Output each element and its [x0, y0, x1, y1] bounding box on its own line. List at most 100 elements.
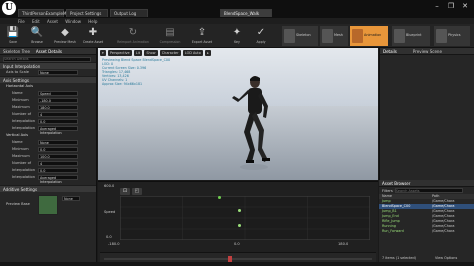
v-grid-field[interactable]: 4 [38, 161, 78, 166]
mode-label: Physics [448, 33, 461, 37]
tab-output-log[interactable]: Output Log [110, 9, 148, 17]
h-name-field[interactable]: Speed [38, 91, 78, 96]
tab-preview-scene[interactable]: Preview Scene [413, 49, 442, 54]
viewport-menu-button[interactable]: ▾ [100, 50, 106, 56]
blend-space-graph[interactable]: 600.0 ⊡ ◰ Speed 0.0 -180.0 0.0 180.0 [98, 181, 378, 266]
field-label: Minimum [12, 98, 29, 102]
field-label: Minimum [12, 147, 29, 151]
tab-details[interactable]: Details [383, 49, 397, 54]
v-name-row: Name None [0, 139, 96, 146]
lod-auto-button[interactable]: LOD Auto [182, 50, 203, 56]
mode-mesh[interactable]: Mesh [320, 26, 348, 46]
h-min-row: Minimum -180.0 [0, 97, 96, 104]
character-button[interactable]: Character [159, 50, 181, 56]
browse-button[interactable]: 🔍 Browse [26, 25, 48, 47]
h-grid-field[interactable]: 4 [38, 112, 78, 117]
h-grid-row: Number of 4 [0, 111, 96, 118]
field-label: Interpolation [12, 126, 35, 130]
preview-viewport[interactable]: ▾ Perspective Lit Show Character LOD Aut… [98, 48, 378, 180]
view-options-button[interactable]: View Options [435, 256, 457, 260]
export-asset-label: Export Asset [191, 40, 213, 44]
section-additive-settings[interactable]: Additive Settings [0, 185, 96, 192]
horizontal-axis-header[interactable]: Horizontal Axis [0, 83, 96, 90]
h-interp-field[interactable]: 0.0 [38, 119, 78, 124]
tab-blendspace[interactable]: BlendSpace_Walk [220, 9, 272, 17]
v-min-field[interactable]: 0.0 [38, 147, 78, 152]
create-asset-label: Create Asset [82, 40, 104, 44]
sample-point[interactable] [238, 224, 241, 227]
section-axis-settings[interactable]: Axis Settings [0, 76, 96, 83]
playback-speed-button[interactable]: ▸ [205, 50, 211, 56]
tab-label: ThirdPersonExampleMap [22, 11, 72, 16]
tab-level-map[interactable]: ThirdPersonExampleMap [18, 9, 71, 17]
mode-skeleton[interactable]: Skeleton [282, 26, 318, 46]
v-interp-type-dropdown[interactable]: Averaged Interpolation [38, 175, 78, 184]
search-details-input[interactable] [3, 56, 91, 62]
ue4-persona-editor: U ThirdPersonExampleMap Project Settings… [0, 0, 474, 266]
timeline-track[interactable] [104, 258, 372, 260]
minimize-icon[interactable]: – [430, 2, 444, 10]
key-button[interactable]: ✦ Key [226, 25, 248, 47]
compression-button[interactable]: ▤ Compression [156, 25, 184, 47]
h-min-field[interactable]: -180.0 [38, 98, 78, 103]
filters-button[interactable]: Filters [382, 189, 393, 193]
v-interp-row: Interpolation 0.0 [0, 167, 96, 174]
axis-to-scale-dropdown[interactable]: None [38, 70, 78, 75]
lit-button[interactable]: Lit [133, 50, 143, 56]
mode-bar: Skeleton Mesh Animation Blueprint Physic… [280, 24, 474, 48]
tab-asset-details[interactable]: Asset Details [36, 49, 62, 54]
h-interp-row: Interpolation 0.0 [0, 118, 96, 125]
mode-blueprint[interactable]: Blueprint [392, 26, 430, 46]
sample-point[interactable] [218, 196, 221, 199]
v-min-row: Minimum 0.0 [0, 146, 96, 153]
animation-icon [352, 29, 363, 43]
mode-animation[interactable]: Animation [350, 26, 388, 46]
field-label: Number of [12, 112, 32, 116]
details-panel: Details Preview Scene [379, 48, 474, 180]
tab-skeleton-tree[interactable]: Skeleton Tree [3, 49, 30, 54]
mode-label: Skeleton [296, 33, 311, 37]
details-search [0, 55, 96, 62]
save-label: Save [9, 40, 17, 44]
asset-row[interactable]: Run_Forward/Game/Chara [379, 229, 474, 234]
export-asset-button[interactable]: ⇪ Export Asset [188, 25, 216, 47]
key-label: Key [234, 40, 240, 44]
preview-base-thumbnail[interactable] [38, 195, 58, 215]
y-axis-label: Speed [104, 210, 116, 214]
h-interp-type-dropdown[interactable]: Averaged Interpolation [38, 126, 78, 135]
close-icon[interactable]: ✕ [458, 2, 472, 10]
reimport-animation-button[interactable]: ↻ Reimport Animation [116, 25, 150, 47]
preview-base-dropdown[interactable]: None [62, 196, 80, 201]
h-type-row: Interpolation Averaged Interpolation [0, 125, 96, 135]
section-input-interpolation[interactable]: Input Interpolation [0, 62, 96, 69]
browse-label: Browse [31, 40, 43, 44]
x-tick-center: 0.0 [234, 242, 240, 246]
preview-mesh-button[interactable]: ◆ Preview Mesh [52, 25, 78, 47]
v-max-row: Maximum 100.0 [0, 153, 96, 160]
create-asset-button[interactable]: ✚ Create Asset [80, 25, 106, 47]
mesh-mode-icon [322, 29, 333, 43]
perspective-button[interactable]: Perspective [107, 50, 132, 56]
fit-view-button[interactable]: ⊡ [120, 188, 130, 195]
triangulation-button[interactable]: ◰ [132, 188, 142, 195]
mode-physics[interactable]: Physics [434, 26, 470, 46]
h-max-field[interactable]: 180.0 [38, 105, 78, 110]
v-interp-field[interactable]: 0.0 [38, 168, 78, 173]
x-tick-right: 180.0 [338, 242, 349, 246]
vertical-axis-header[interactable]: Vertical Axis [0, 132, 96, 139]
subsection-label: Vertical Axis [6, 133, 29, 137]
save-button[interactable]: 💾 Save [2, 25, 24, 47]
v-name-field[interactable]: None [38, 140, 78, 145]
sample-point[interactable] [238, 209, 241, 212]
v-max-field[interactable]: 100.0 [38, 154, 78, 159]
graph-grid [120, 196, 370, 240]
search-assets-input[interactable] [394, 188, 463, 193]
save-icon: 💾 [6, 27, 20, 38]
apply-button[interactable]: ✓ Apply [250, 25, 272, 47]
apply-label: Apply [256, 40, 266, 44]
tab-project-settings[interactable]: Project Settings [66, 9, 108, 17]
asset-browser-tab[interactable]: Asset Browser [379, 180, 474, 187]
details-tabs: Details Preview Scene [380, 48, 474, 55]
maximize-icon[interactable]: ❐ [444, 2, 458, 10]
show-button[interactable]: Show [144, 50, 158, 56]
